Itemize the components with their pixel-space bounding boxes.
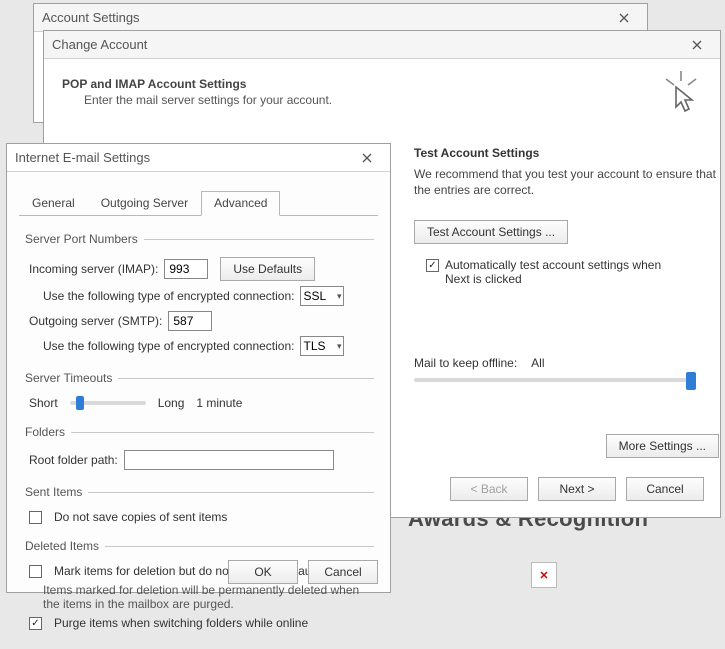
- account-settings-title: Account Settings: [42, 10, 609, 25]
- group-timeouts-legend: Server Timeouts: [23, 371, 118, 385]
- tab-advanced[interactable]: Advanced: [201, 191, 280, 216]
- outgoing-enc-select[interactable]: TLS ▾: [300, 336, 344, 356]
- group-folders: Folders Root folder path:: [23, 425, 374, 475]
- more-settings-button[interactable]: More Settings ...: [606, 434, 719, 458]
- group-deleted-items: Deleted Items Mark items for deletion bu…: [23, 539, 374, 635]
- test-settings-body: We recommend that you test your account …: [414, 166, 719, 198]
- wizard-header-subtitle: Enter the mail server settings for your …: [84, 93, 702, 107]
- wizard-nav-buttons: < Back Next > Cancel: [450, 477, 704, 501]
- timeout-short-label: Short: [29, 396, 58, 410]
- ok-button[interactable]: OK: [228, 560, 298, 584]
- group-sent-items-legend: Sent Items: [23, 485, 88, 499]
- back-button[interactable]: < Back: [450, 477, 528, 501]
- chevron-down-icon: ▾: [337, 291, 342, 302]
- checkbox-checked-icon[interactable]: [29, 617, 42, 630]
- test-account-button[interactable]: Test Account Settings ...: [414, 220, 568, 244]
- outgoing-label: Outgoing server (SMTP):: [29, 314, 162, 328]
- auto-test-option[interactable]: Automatically test account settings when…: [426, 258, 719, 286]
- group-deleted-items-legend: Deleted Items: [23, 539, 105, 553]
- tab-general[interactable]: General: [19, 191, 88, 216]
- mail-offline-slider[interactable]: [414, 378, 694, 382]
- slider-thumb-icon[interactable]: [686, 372, 696, 390]
- incoming-enc-label: Use the following type of encrypted conn…: [43, 289, 294, 303]
- auto-test-label: Automatically test account settings when…: [445, 258, 685, 286]
- root-folder-label: Root folder path:: [29, 453, 118, 467]
- incoming-label: Incoming server (IMAP):: [29, 262, 158, 276]
- wizard-header-title: POP and IMAP Account Settings: [62, 77, 702, 91]
- tab-body-advanced: Server Port Numbers Incoming server (IMA…: [7, 216, 390, 649]
- checkbox-unchecked-icon[interactable]: [29, 511, 42, 524]
- internet-email-settings-dialog: Internet E-mail Settings General Outgoin…: [6, 143, 391, 593]
- chevron-down-icon: ▾: [337, 341, 342, 352]
- incoming-port-input[interactable]: [164, 259, 208, 279]
- incoming-enc-value: SSL: [303, 289, 326, 303]
- incoming-enc-select[interactable]: SSL ▾: [300, 286, 344, 306]
- group-timeouts: Server Timeouts Short Long 1 minute: [23, 371, 374, 415]
- group-server-ports: Server Port Numbers Incoming server (IMA…: [23, 232, 374, 361]
- test-settings-section: Test Account Settings We recommend that …: [414, 146, 719, 458]
- email-dialog-titlebar[interactable]: Internet E-mail Settings: [7, 144, 390, 172]
- mail-offline-value: All: [531, 356, 544, 370]
- timeout-slider[interactable]: [70, 401, 146, 405]
- broken-image-icon: ✕: [531, 562, 557, 588]
- wizard-header: POP and IMAP Account Settings Enter the …: [44, 59, 720, 145]
- timeout-long-label: Long: [158, 396, 185, 410]
- deleted-purge-label: Purge items when switching folders while…: [54, 616, 308, 630]
- sent-option-label: Do not save copies of sent items: [54, 510, 227, 524]
- mail-offline-label: Mail to keep offline:: [414, 356, 517, 370]
- test-settings-title: Test Account Settings: [414, 146, 719, 160]
- cursor-click-icon: [662, 71, 700, 118]
- outgoing-enc-label: Use the following type of encrypted conn…: [43, 339, 294, 353]
- tab-outgoing-server[interactable]: Outgoing Server: [88, 191, 201, 216]
- next-button[interactable]: Next >: [538, 477, 616, 501]
- cancel-button[interactable]: Cancel: [626, 477, 704, 501]
- outgoing-port-input[interactable]: [168, 311, 212, 331]
- account-settings-titlebar[interactable]: Account Settings: [34, 4, 647, 32]
- change-account-title: Change Account: [52, 37, 682, 52]
- tab-strip: General Outgoing Server Advanced: [19, 190, 378, 216]
- slider-thumb-icon[interactable]: [76, 396, 84, 410]
- change-account-titlebar[interactable]: Change Account: [44, 31, 720, 59]
- root-folder-input[interactable]: [124, 450, 334, 470]
- use-defaults-button[interactable]: Use Defaults: [220, 257, 315, 281]
- deleted-note: Items marked for deletion will be perman…: [43, 583, 363, 611]
- timeout-value: 1 minute: [196, 396, 242, 410]
- checkbox-checked-icon[interactable]: [426, 259, 439, 272]
- group-sent-items: Sent Items Do not save copies of sent it…: [23, 485, 374, 529]
- email-dialog-title: Internet E-mail Settings: [15, 150, 352, 165]
- dialog-buttons: OK Cancel: [228, 560, 378, 584]
- close-icon[interactable]: [682, 31, 712, 58]
- outgoing-enc-value: TLS: [303, 339, 325, 353]
- group-server-ports-legend: Server Port Numbers: [23, 232, 144, 246]
- group-folders-legend: Folders: [23, 425, 71, 439]
- close-icon[interactable]: [352, 144, 382, 171]
- cancel-button[interactable]: Cancel: [308, 560, 378, 584]
- checkbox-unchecked-icon[interactable]: [29, 565, 42, 578]
- close-icon[interactable]: [609, 4, 639, 31]
